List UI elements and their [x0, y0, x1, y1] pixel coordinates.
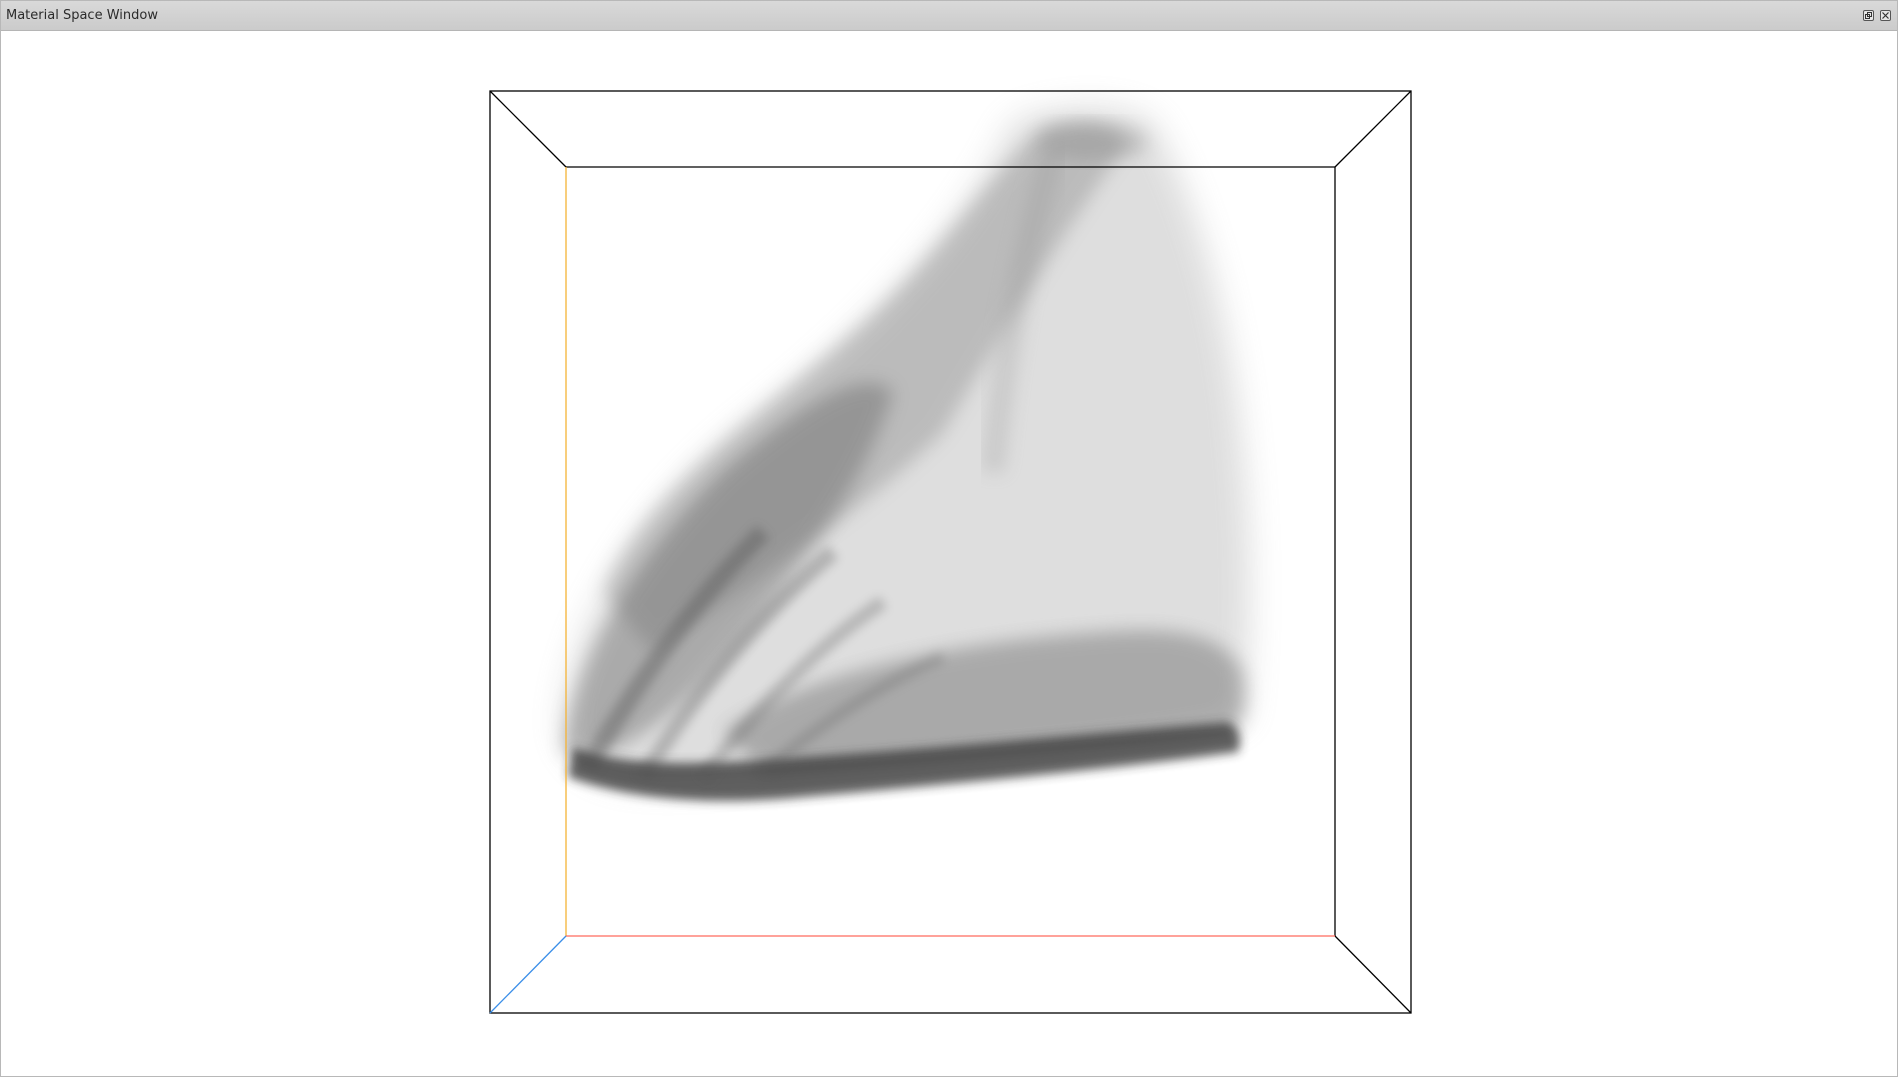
gamut-volume: [563, 107, 1250, 801]
box-edge-bottom-right: [1334, 935, 1412, 1014]
material-space-3d-viewport[interactable]: [3, 32, 1896, 1075]
close-icon: [1882, 12, 1889, 19]
float-window-button[interactable]: [1863, 10, 1874, 21]
material-space-canvas[interactable]: [3, 32, 1896, 1075]
float-window-icon: [1865, 12, 1872, 19]
close-window-button[interactable]: [1880, 10, 1891, 21]
box-edge-top-left: [489, 90, 567, 168]
window-title: Material Space Window: [6, 8, 158, 23]
material-space-window: Material Space Window: [0, 0, 1898, 1077]
blue-axis: [489, 935, 567, 1014]
box-edge-top-right: [1334, 90, 1412, 168]
title-bar[interactable]: Material Space Window: [1, 1, 1897, 31]
